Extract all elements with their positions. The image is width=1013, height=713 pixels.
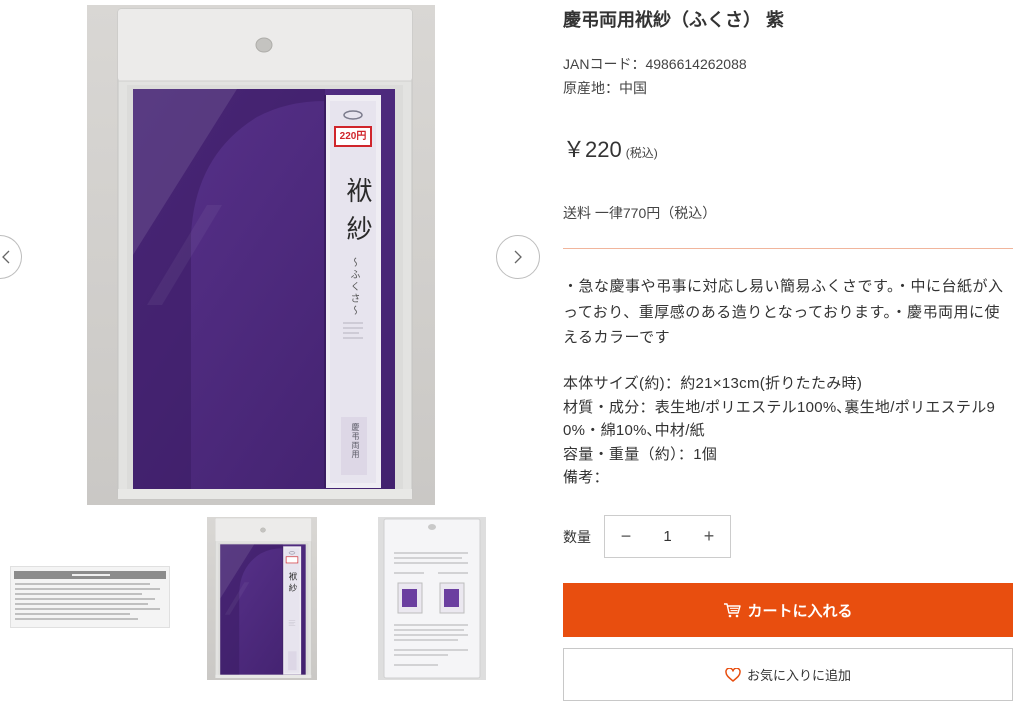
package-reading: ～ふくさ～	[348, 257, 359, 317]
add-to-favorites-button[interactable]: お気に入りに追加	[563, 648, 1013, 701]
chevron-right-icon	[514, 250, 522, 264]
thumbnail-1[interactable]	[10, 566, 170, 628]
spec-list: 本体サイズ(約)：約21×13cm(折りたたみ時) 材質・成分：表生地/ポリエス…	[563, 372, 1013, 490]
quantity-label: 数量	[563, 529, 591, 545]
spec-item: 備考：	[563, 469, 609, 486]
add-to-cart-label: カートに入れる	[747, 602, 853, 620]
shipping-fee: 送料 一律770円（税込）	[563, 205, 717, 221]
main-product-image: 220円 袱紗 ～ふくさ～ 慶弔両用	[87, 5, 435, 505]
add-to-favorites-label: お気に入りに追加	[746, 668, 851, 683]
quantity-stepper: − +	[604, 515, 731, 558]
package-title: 袱紗	[343, 177, 372, 253]
spec-item: 材質・成分：表生地/ポリエステル100%､裏生地/ポリエステル90%・綿10%､…	[563, 398, 996, 440]
quantity-input[interactable]	[647, 516, 688, 557]
thumbnail-3[interactable]	[378, 517, 486, 680]
divider	[563, 248, 1013, 249]
thumbnail-2[interactable]: 袱紗	[207, 517, 317, 680]
quantity-decrement-button[interactable]: −	[605, 516, 647, 557]
quantity-increment-button[interactable]: +	[688, 516, 730, 557]
origin: 原産地：中国	[563, 80, 647, 96]
gallery-prev-button[interactable]	[0, 235, 22, 279]
package-usage: 慶弔両用	[351, 423, 360, 459]
price-row: ￥220 (税込)	[563, 136, 1013, 167]
product-photo	[87, 5, 435, 505]
jan-code: JANコード：4986614262088	[563, 56, 747, 72]
chevron-left-icon	[2, 250, 10, 264]
package-title: 袱紗	[288, 572, 298, 595]
thumbnail-image	[10, 566, 170, 628]
spec-item: 容量・重量（約）：1個	[563, 445, 718, 463]
heart-icon	[725, 667, 741, 682]
spec-item: 本体サイズ(約)：約21×13cm(折りたたみ時)	[563, 375, 863, 392]
cart-icon	[724, 603, 742, 618]
product-title: 慶弔両用袱紗（ふくさ） 紫	[563, 10, 784, 30]
gallery-next-button[interactable]	[496, 235, 540, 279]
price: ￥220	[563, 137, 622, 162]
add-to-cart-button[interactable]: カートに入れる	[563, 583, 1013, 637]
price-tax-note: (税込)	[625, 146, 658, 160]
product-description: ・急な慶事や弔事に対応し易い簡易ふくさです。・中に台紙が入っており、重厚感のある…	[563, 278, 1004, 346]
thumbnail-image	[207, 517, 317, 680]
package-price-tag: 220円	[339, 131, 367, 142]
thumbnail-image	[378, 517, 486, 680]
